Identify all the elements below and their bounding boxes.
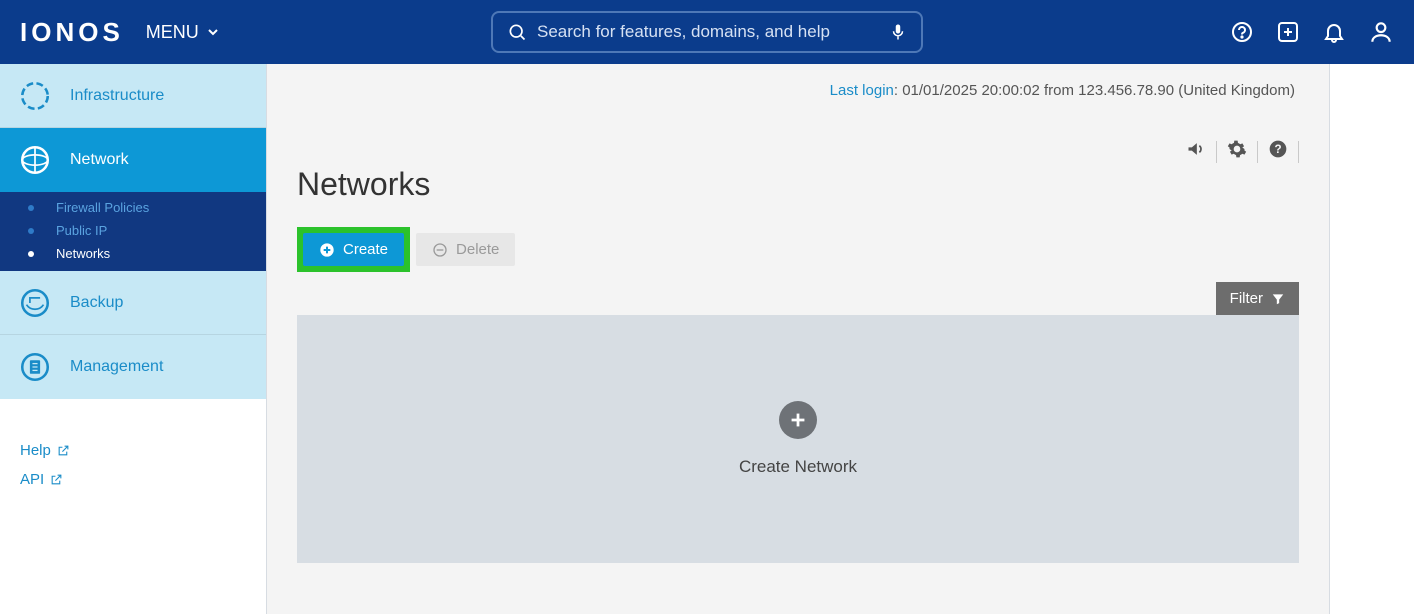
filter-button[interactable]: Filter	[1216, 282, 1299, 315]
sidebar-item-label: Network	[70, 151, 129, 169]
create-highlight: Create	[297, 227, 410, 272]
chevron-down-icon	[205, 24, 221, 40]
divider	[1298, 141, 1299, 163]
create-label: Create	[343, 241, 388, 258]
page-tool-icons: ?	[297, 139, 1299, 164]
help-chat-icon[interactable]	[1230, 20, 1254, 44]
page-layout: Infrastructure Network Firewall Policies…	[0, 64, 1414, 614]
help-link[interactable]: Help	[20, 436, 246, 465]
last-login-link[interactable]: Last login	[830, 82, 894, 99]
menu-label: MENU	[146, 22, 199, 43]
sidebar-sub-networks[interactable]: Networks	[0, 242, 266, 265]
api-label: API	[20, 471, 44, 488]
announce-icon[interactable]	[1176, 139, 1216, 164]
sidebar-sub-publicip[interactable]: Public IP	[0, 219, 266, 242]
sidebar: Infrastructure Network Firewall Policies…	[0, 64, 267, 614]
top-header: IONOS MENU	[0, 0, 1414, 64]
bullet-icon	[28, 205, 34, 211]
sidebar-footer-links: Help API	[0, 436, 266, 614]
sidebar-subsection: Firewall Policies Public IP Networks	[0, 192, 266, 271]
infrastructure-icon	[18, 79, 52, 113]
header-actions	[1230, 19, 1394, 45]
sidebar-item-label: Infrastructure	[70, 87, 164, 105]
sidebar-item-network[interactable]: Network	[0, 128, 266, 192]
delete-label: Delete	[456, 241, 499, 258]
funnel-icon	[1271, 292, 1285, 306]
bell-icon[interactable]	[1322, 20, 1346, 44]
search-icon	[507, 22, 527, 42]
backup-icon	[18, 286, 52, 320]
menu-toggle[interactable]: MENU	[146, 22, 221, 43]
empty-label: Create Network	[739, 457, 857, 477]
management-icon	[18, 350, 52, 384]
gear-icon[interactable]	[1217, 139, 1257, 164]
minus-circle-icon	[432, 242, 448, 258]
page-title: Networks	[297, 166, 1299, 203]
last-login-detail: : 01/01/2025 20:00:02 from 123.456.78.90…	[894, 82, 1295, 99]
delete-button[interactable]: Delete	[416, 233, 515, 266]
create-button[interactable]: Create	[303, 233, 404, 266]
svg-text:?: ?	[1274, 143, 1281, 156]
search-box[interactable]	[491, 11, 923, 53]
external-link-icon	[57, 444, 70, 457]
sidebar-item-backup[interactable]: Backup	[0, 271, 266, 335]
search-input[interactable]	[537, 22, 879, 42]
plus-circle-icon	[779, 401, 817, 439]
user-icon[interactable]	[1368, 19, 1394, 45]
right-gutter	[1330, 64, 1414, 614]
filter-row: Filter	[297, 282, 1299, 315]
sidebar-item-label: Management	[70, 358, 163, 376]
last-login-info: Last login: 01/01/2025 20:00:02 from 123…	[297, 64, 1299, 99]
action-row: Create Delete	[297, 227, 1299, 272]
bullet-icon	[28, 251, 34, 257]
search-container	[491, 11, 923, 53]
sidebar-sub-label: Networks	[56, 246, 110, 261]
sidebar-sub-firewall[interactable]: Firewall Policies	[0, 196, 266, 219]
sidebar-section: Infrastructure Network Firewall Policies…	[0, 64, 266, 399]
microphone-icon[interactable]	[889, 23, 907, 41]
sidebar-item-infrastructure[interactable]: Infrastructure	[0, 64, 266, 128]
add-square-icon[interactable]	[1276, 20, 1300, 44]
help-label: Help	[20, 442, 51, 459]
sidebar-item-label: Backup	[70, 294, 123, 312]
external-link-icon	[50, 473, 63, 486]
plus-circle-icon	[319, 242, 335, 258]
question-icon[interactable]: ?	[1258, 139, 1298, 164]
empty-create-panel[interactable]: Create Network	[297, 315, 1299, 563]
main-content: Last login: 01/01/2025 20:00:02 from 123…	[267, 64, 1330, 614]
api-link[interactable]: API	[20, 465, 246, 494]
sidebar-sub-label: Firewall Policies	[56, 200, 149, 215]
sidebar-item-management[interactable]: Management	[0, 335, 266, 399]
filter-label: Filter	[1230, 290, 1263, 307]
network-icon	[18, 143, 52, 177]
sidebar-sub-label: Public IP	[56, 223, 107, 238]
bullet-icon	[28, 228, 34, 234]
brand-logo: IONOS	[20, 17, 124, 48]
